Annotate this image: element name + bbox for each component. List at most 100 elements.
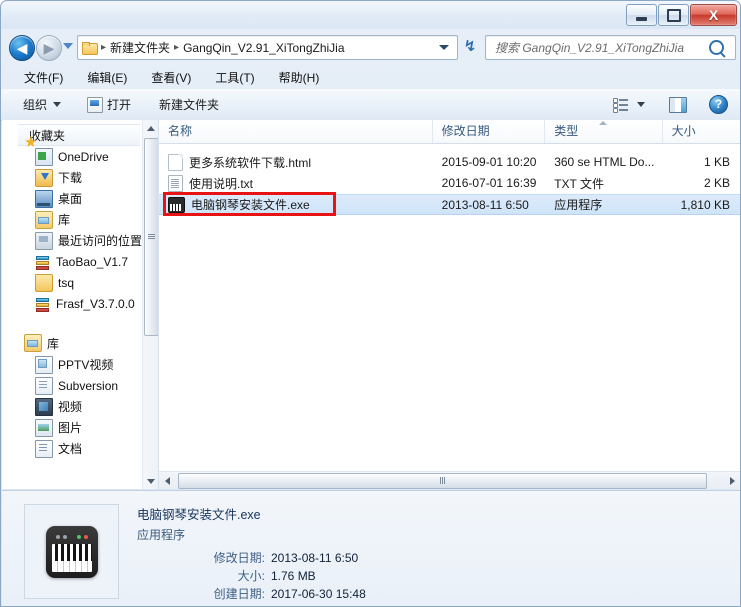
open-button[interactable]: 打开	[87, 96, 131, 113]
menu-view[interactable]: 查看(V)	[142, 67, 200, 88]
sidebar-item-label: 图片	[58, 421, 83, 435]
column-header-date[interactable]: 修改日期	[433, 120, 546, 143]
file-type-cell: 360 se HTML Do...	[554, 155, 655, 169]
file-date-cell: 2016-07-01 16:39	[441, 176, 537, 190]
scroll-down-button[interactable]	[143, 473, 158, 489]
scrollbar-thumb[interactable]	[178, 473, 707, 489]
details-thumbnail	[24, 504, 119, 599]
sidebar-item-recent-places[interactable]: 最近访问的位置	[2, 230, 158, 251]
details-field-key: 大小:	[237, 569, 265, 583]
details-field: 大小: 1.76 MB	[137, 567, 657, 585]
sidebar-item-frasf[interactable]: Frasf_V3.7.0.0	[2, 293, 158, 314]
sidebar-item-label: 最近访问的位置	[58, 234, 143, 248]
sidebar-item-pictures[interactable]: 图片	[2, 417, 158, 438]
file-type-cell: TXT 文件	[554, 176, 604, 191]
back-arrow-icon: ◀	[16, 40, 28, 56]
triangle-down-icon	[146, 478, 155, 484]
breadcrumb-item-1[interactable]: GangQin_V2.91_XiTongZhiJia	[183, 41, 344, 55]
address-chevron-down-icon[interactable]	[439, 45, 449, 50]
new-folder-button[interactable]: 新建文件夹	[159, 96, 219, 113]
sidebar-item-videos[interactable]: 视频	[2, 396, 158, 417]
scroll-up-button[interactable]	[143, 120, 158, 136]
minimize-button[interactable]	[626, 4, 657, 26]
breadcrumb-item-0[interactable]: 新建文件夹	[110, 39, 170, 56]
table-row[interactable]: 电脑钢琴安装文件.exe 2013-08-11 6:50 应用程序 1,810 …	[159, 194, 740, 215]
search-box[interactable]	[485, 35, 736, 60]
file-type-cell: 应用程序	[554, 198, 603, 212]
table-row[interactable]: 更多系统软件下载.html 2015-09-01 10:20 360 se HT…	[159, 152, 740, 172]
details-field: 修改日期: 2013-08-11 6:50	[137, 549, 657, 567]
file-name-cell: 电脑钢琴安装文件.exe	[159, 196, 433, 213]
menu-tools[interactable]: 工具(T)	[206, 67, 263, 88]
sidebar-item-label: TaoBao_V1.7	[56, 254, 129, 269]
pptv-icon	[35, 355, 53, 374]
organize-button[interactable]: 组织	[23, 96, 62, 113]
onedrive-icon	[35, 147, 53, 166]
close-icon: X	[708, 7, 719, 23]
sidebar-item-label: 库	[58, 213, 71, 227]
text-file-icon	[168, 174, 183, 192]
sidebar-item-subversion[interactable]: Subversion	[2, 375, 158, 396]
details-text: 电脑钢琴安装文件.exe 应用程序 修改日期: 2013-08-11 6:50 …	[137, 504, 657, 603]
breadcrumb-separator: ▸	[174, 42, 180, 53]
help-icon[interactable]: ?	[709, 95, 728, 114]
address-bar[interactable]: ▸ 新建文件夹 ▸ GangQin_V2.91_XiTongZhiJia	[77, 35, 458, 60]
document-icon	[35, 439, 53, 458]
menu-bar: 文件(F) 编辑(E) 查看(V) 工具(T) 帮助(H)	[1, 65, 740, 90]
file-name-cell: 更多系统软件下载.html	[159, 153, 433, 171]
scroll-right-button[interactable]	[724, 472, 740, 489]
sidebar-item-library[interactable]: 库	[2, 209, 158, 230]
table-row[interactable]: 使用说明.txt 2016-07-01 16:39 TXT 文件 2 KB	[159, 173, 740, 193]
sidebar-header-favorites[interactable]: ★ 收藏夹	[18, 124, 140, 151]
sidebar-item-pptv[interactable]: PPTV视频	[2, 354, 158, 375]
sidebar-item-label: OneDrive	[58, 149, 109, 164]
menu-edit[interactable]: 编辑(E)	[78, 67, 136, 88]
column-header-size[interactable]: 大小	[663, 120, 740, 143]
libraries-section: 库 PPTV视频 Subversion 视频 图片 文档	[2, 332, 158, 459]
maximize-icon	[666, 8, 681, 22]
content-area: ★ 收藏夹 OneDrive 下载 桌面 库 最近访问的位置 TaoBao_V1…	[2, 120, 740, 489]
file-size-cell: 2 KB	[703, 176, 730, 190]
scrollbar-thumb[interactable]	[144, 138, 158, 336]
details-field: 创建日期: 2017-06-30 15:48	[137, 585, 657, 603]
maximize-button[interactable]	[658, 4, 689, 26]
menu-help[interactable]: 帮助(H)	[270, 67, 329, 88]
search-icon	[709, 40, 724, 55]
led-icon	[76, 534, 81, 539]
video-icon	[35, 397, 53, 416]
preview-pane-icon[interactable]	[669, 96, 687, 113]
column-header-name[interactable]: 名称	[159, 120, 433, 143]
recent-pages-chevron-down-icon[interactable]	[63, 43, 73, 49]
organize-label: 组织	[23, 98, 48, 112]
sidebar-header-libraries[interactable]: 库	[2, 332, 158, 354]
column-header-type[interactable]: 类型	[545, 120, 663, 143]
scroll-left-button[interactable]	[159, 472, 176, 489]
details-filetype: 应用程序	[137, 528, 186, 542]
sidebar-item-desktop[interactable]: 桌面	[2, 188, 158, 209]
triangle-up-icon	[146, 125, 155, 131]
sidebar-item-label: 视频	[58, 400, 83, 414]
picture-icon	[35, 418, 53, 437]
file-list-horizontal-scrollbar[interactable]	[159, 471, 740, 489]
sidebar-item-documents[interactable]: 文档	[2, 438, 158, 459]
sidebar-item-downloads[interactable]: 下载	[2, 167, 158, 188]
led-icon	[83, 534, 88, 539]
navigation-pane-scrollbar[interactable]	[142, 120, 158, 489]
menu-file[interactable]: 文件(F)	[15, 67, 72, 88]
view-chevron-down-icon[interactable]	[637, 102, 645, 107]
open-file-icon	[87, 96, 104, 113]
title-bar: X	[1, 1, 740, 29]
refresh-button[interactable]: ↯	[461, 38, 479, 56]
close-button[interactable]: X	[690, 4, 737, 26]
sidebar-item-tsq[interactable]: tsq	[2, 272, 158, 293]
exe-file-icon	[168, 196, 185, 213]
back-button[interactable]: ◀	[9, 35, 35, 61]
sort-ascending-icon	[599, 121, 608, 125]
libraries-label: 库	[47, 336, 60, 351]
search-input[interactable]	[493, 39, 705, 56]
forward-button[interactable]: ▶	[36, 35, 62, 61]
sidebar-item-taobao[interactable]: TaoBao_V1.7	[2, 251, 158, 272]
library-icon	[35, 210, 53, 229]
file-list-pane: 名称 修改日期 类型 大小 更多系统软件下载.html 2015-09-01 1…	[159, 120, 740, 489]
change-view-icon[interactable]	[613, 98, 628, 113]
